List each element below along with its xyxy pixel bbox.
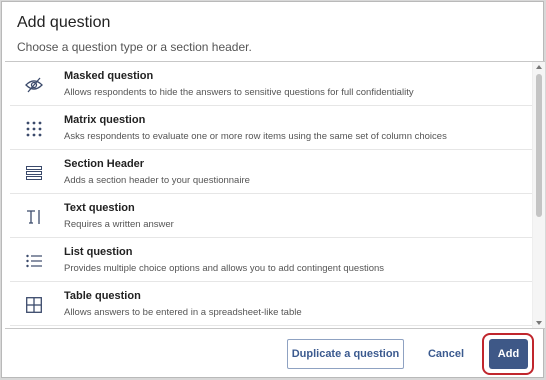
question-type-list: Masked question Allows respondents to hi… [5, 61, 545, 329]
item-desc: Asks respondents to evaluate one or more… [64, 131, 447, 142]
list-item-matrix-question[interactable]: Matrix question Asks respondents to eval… [10, 106, 532, 150]
dialog-header: Add question Choose a question type or a… [17, 13, 533, 54]
item-name: Section Header [64, 158, 145, 170]
duplicate-question-button[interactable]: Duplicate a question [287, 339, 404, 369]
item-name: Text question [64, 202, 135, 214]
list-item-text-question[interactable]: Text question Requires a written answer [10, 194, 532, 238]
add-question-dialog: Add question Choose a question type or a… [1, 1, 545, 378]
item-name: Table question [64, 290, 141, 302]
list-icon [24, 251, 44, 271]
dialog-subtitle: Choose a question type or a section head… [17, 40, 252, 54]
dialog-footer: Duplicate a question Cancel Add [2, 327, 543, 377]
scroll-up-arrow-icon[interactable] [536, 65, 542, 69]
item-desc: Requires a written answer [64, 219, 174, 230]
item-name: Matrix question [64, 114, 146, 126]
list-item-section-header[interactable]: Section Header Adds a section header to … [10, 150, 532, 194]
cancel-button[interactable]: Cancel [419, 339, 473, 369]
table-icon [24, 295, 44, 315]
masked-icon [24, 75, 44, 95]
item-name: Masked question [64, 70, 154, 82]
item-name: List question [64, 246, 133, 258]
item-desc: Adds a section header to your questionna… [64, 175, 250, 186]
scroll-thumb[interactable] [536, 74, 542, 217]
scroll-down-arrow-icon[interactable] [536, 321, 542, 325]
list-item-masked-question[interactable]: Masked question Allows respondents to hi… [10, 62, 532, 106]
list-item-table-question[interactable]: Table question Allows answers to be ente… [10, 282, 532, 326]
dialog-title: Add question [17, 14, 111, 31]
text-icon [24, 207, 44, 227]
matrix-icon [24, 119, 44, 139]
item-desc: Allows respondents to hide the answers t… [64, 87, 414, 98]
item-desc: Provides multiple choice options and all… [64, 263, 385, 274]
add-button[interactable]: Add [489, 339, 528, 369]
item-desc: Allows answers to be entered in a spread… [64, 307, 302, 318]
list-scrollbar[interactable] [532, 62, 545, 328]
section-header-icon [24, 163, 44, 183]
list-item-list-question[interactable]: List question Provides multiple choice o… [10, 238, 532, 282]
